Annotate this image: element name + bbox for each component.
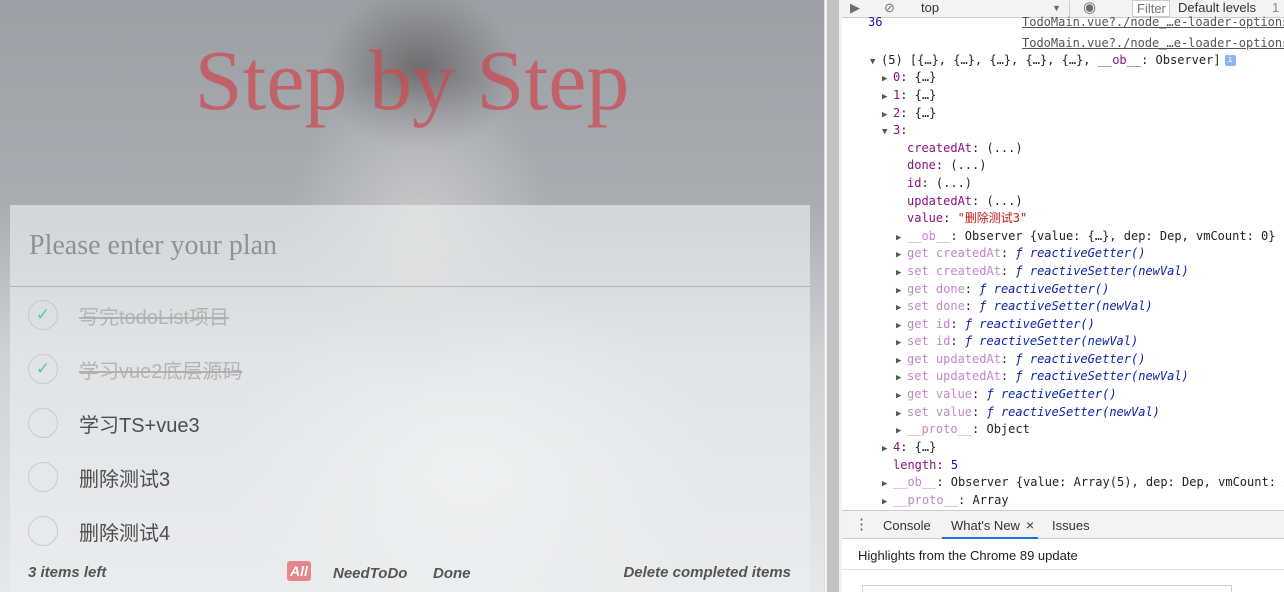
todo-card: ✓ 写完todoList项目 ✓ 学习vue2底层源码 学习TS+vue3 删除… xyxy=(10,205,810,592)
todo-footer: 3 items left All NeedToDo Done Delete co… xyxy=(10,561,810,585)
collapse-triangle-icon[interactable]: ▶ xyxy=(896,388,907,406)
collapse-triangle-icon[interactable]: ▶ xyxy=(896,247,907,265)
line-number: 36 xyxy=(868,15,883,29)
accessor-line[interactable]: ▶ set id: ƒ reactiveSetter(newVal) xyxy=(896,333,1138,353)
array-entry[interactable]: ▶ 4: {…} xyxy=(882,439,936,459)
delete-completed-button[interactable]: Delete completed items xyxy=(623,564,791,581)
property-line[interactable]: ▶ __ob__: Observer {value: Array(5), dep:… xyxy=(882,474,1284,494)
property-line[interactable]: ▶ __proto__: Object xyxy=(896,421,1030,441)
property-line: updatedAt: (...) xyxy=(907,194,1023,208)
collapse-triangle-icon[interactable]: ▶ xyxy=(896,300,907,318)
todo-item[interactable]: ✓ 学习vue2底层源码 xyxy=(10,342,810,396)
todo-text: 删除测试3 xyxy=(79,468,171,491)
todo-item[interactable]: 学习TS+vue3 xyxy=(10,396,810,450)
accessor-line[interactable]: ▶ set updatedAt: ƒ reactiveSetter(newVal) xyxy=(896,368,1189,388)
console-line: 36 xyxy=(868,14,882,32)
check-icon: ✓ xyxy=(35,305,51,324)
collapse-triangle-icon[interactable]: ▶ xyxy=(896,335,907,353)
todo-checkbox[interactable]: ✓ xyxy=(28,300,58,330)
expand-triangle-icon[interactable]: ▼ xyxy=(870,54,881,72)
todo-item[interactable]: ✓ 写完todoList项目 xyxy=(10,288,810,342)
check-icon: ✓ xyxy=(35,359,51,378)
accessor-line[interactable]: ▶ get value: ƒ reactiveGetter() xyxy=(896,386,1117,406)
array-entry[interactable]: ▶ 0: {…} xyxy=(882,69,936,89)
plan-input[interactable] xyxy=(10,205,810,287)
items-left-count: 3 items left xyxy=(28,564,107,581)
property-line: length: 5 xyxy=(893,458,959,472)
collapse-triangle-icon[interactable]: ▶ xyxy=(882,71,893,89)
property-line: done: (...) xyxy=(907,158,987,172)
filter-all-button[interactable]: All xyxy=(287,561,311,581)
array-entry[interactable]: ▶ 1: {…} xyxy=(882,87,936,107)
array-entry-expanded[interactable]: ▼ 3: xyxy=(882,122,907,142)
filter-done-button[interactable]: Done xyxy=(433,565,471,582)
filter-needtodo-button[interactable]: NeedToDo xyxy=(333,565,407,582)
active-tab-indicator xyxy=(942,537,1038,539)
todo-text: 删除测试4 xyxy=(79,522,171,545)
console-output: 36 TodoMain.vue?./node_…e-loader-options… xyxy=(842,15,1284,508)
clear-console-icon[interactable]: ⊘ xyxy=(884,0,895,16)
source-link[interactable]: TodoMain.vue?./node_…e-loader-options xyxy=(1022,14,1284,32)
accessor-line[interactable]: ▶ set createdAt: ƒ reactiveSetter(newVal) xyxy=(896,263,1189,283)
todo-text: 学习vue2底层源码 xyxy=(79,360,243,383)
collapse-triangle-icon[interactable]: ▶ xyxy=(882,494,893,512)
accessor-line[interactable]: ▶ get createdAt: ƒ reactiveGetter() xyxy=(896,245,1145,265)
collapse-triangle-icon[interactable]: ▶ xyxy=(896,370,907,388)
property-line[interactable]: ▶ __proto__: Array xyxy=(882,492,1009,512)
property-line: createdAt: (...) xyxy=(907,141,1023,155)
collapse-triangle-icon[interactable]: ▶ xyxy=(896,423,907,441)
sidebar-toggle-icon[interactable]: ▶ xyxy=(850,0,860,16)
tab-console[interactable]: Console xyxy=(883,518,931,533)
property-line: id: (...) xyxy=(907,176,973,190)
drawer-menu-icon[interactable]: ⋮ xyxy=(854,515,869,533)
page-scrollbar[interactable] xyxy=(824,0,842,592)
todo-text: 学习TS+vue3 xyxy=(79,414,200,437)
todo-item[interactable]: 删除测试4 xyxy=(10,504,810,558)
todo-text: 写完todoList项目 xyxy=(79,306,230,329)
whats-new-headline: Highlights from the Chrome 89 update xyxy=(842,540,1284,570)
collapse-triangle-icon[interactable]: ▶ xyxy=(882,89,893,107)
property-line: value: "删除测试3" xyxy=(907,211,1028,225)
page-scrollbar-thumb[interactable] xyxy=(827,0,839,592)
todo-checkbox[interactable] xyxy=(28,462,58,492)
app-title: Step by Step xyxy=(194,32,630,128)
devtools-panel: ▶ ⊘ top ▼ ◉ Default levels 1 36 TodoMain… xyxy=(842,0,1284,592)
drawer-tabbar: ⋮ Console What's New × Issues xyxy=(842,510,1284,539)
close-tab-icon[interactable]: × xyxy=(1026,517,1034,533)
whats-new-card[interactable] xyxy=(862,585,1232,592)
accessor-line[interactable]: ▶ set done: ƒ reactiveSetter(newVal) xyxy=(896,298,1153,318)
collapse-triangle-icon[interactable]: ▶ xyxy=(882,441,893,459)
todo-app: Step by Step ✓ 写完todoList项目 ✓ 学习vue2底层源码… xyxy=(0,0,824,592)
expand-triangle-icon[interactable]: ▼ xyxy=(882,124,893,142)
tab-whats-new[interactable]: What's New xyxy=(951,518,1020,533)
info-icon[interactable]: i xyxy=(1224,55,1236,66)
context-selector[interactable]: top xyxy=(921,0,939,16)
collapse-triangle-icon[interactable]: ▶ xyxy=(896,265,907,283)
tab-issues[interactable]: Issues xyxy=(1052,518,1090,533)
todo-checkbox[interactable] xyxy=(28,516,58,546)
source-link[interactable]: TodoMain.vue?./node_…e-loader-options xyxy=(1022,35,1284,53)
collapse-triangle-icon[interactable]: ▶ xyxy=(882,476,893,494)
todo-item[interactable]: 删除测试3 xyxy=(10,450,810,504)
todo-checkbox[interactable]: ✓ xyxy=(28,354,58,384)
todo-checkbox[interactable] xyxy=(28,408,58,438)
